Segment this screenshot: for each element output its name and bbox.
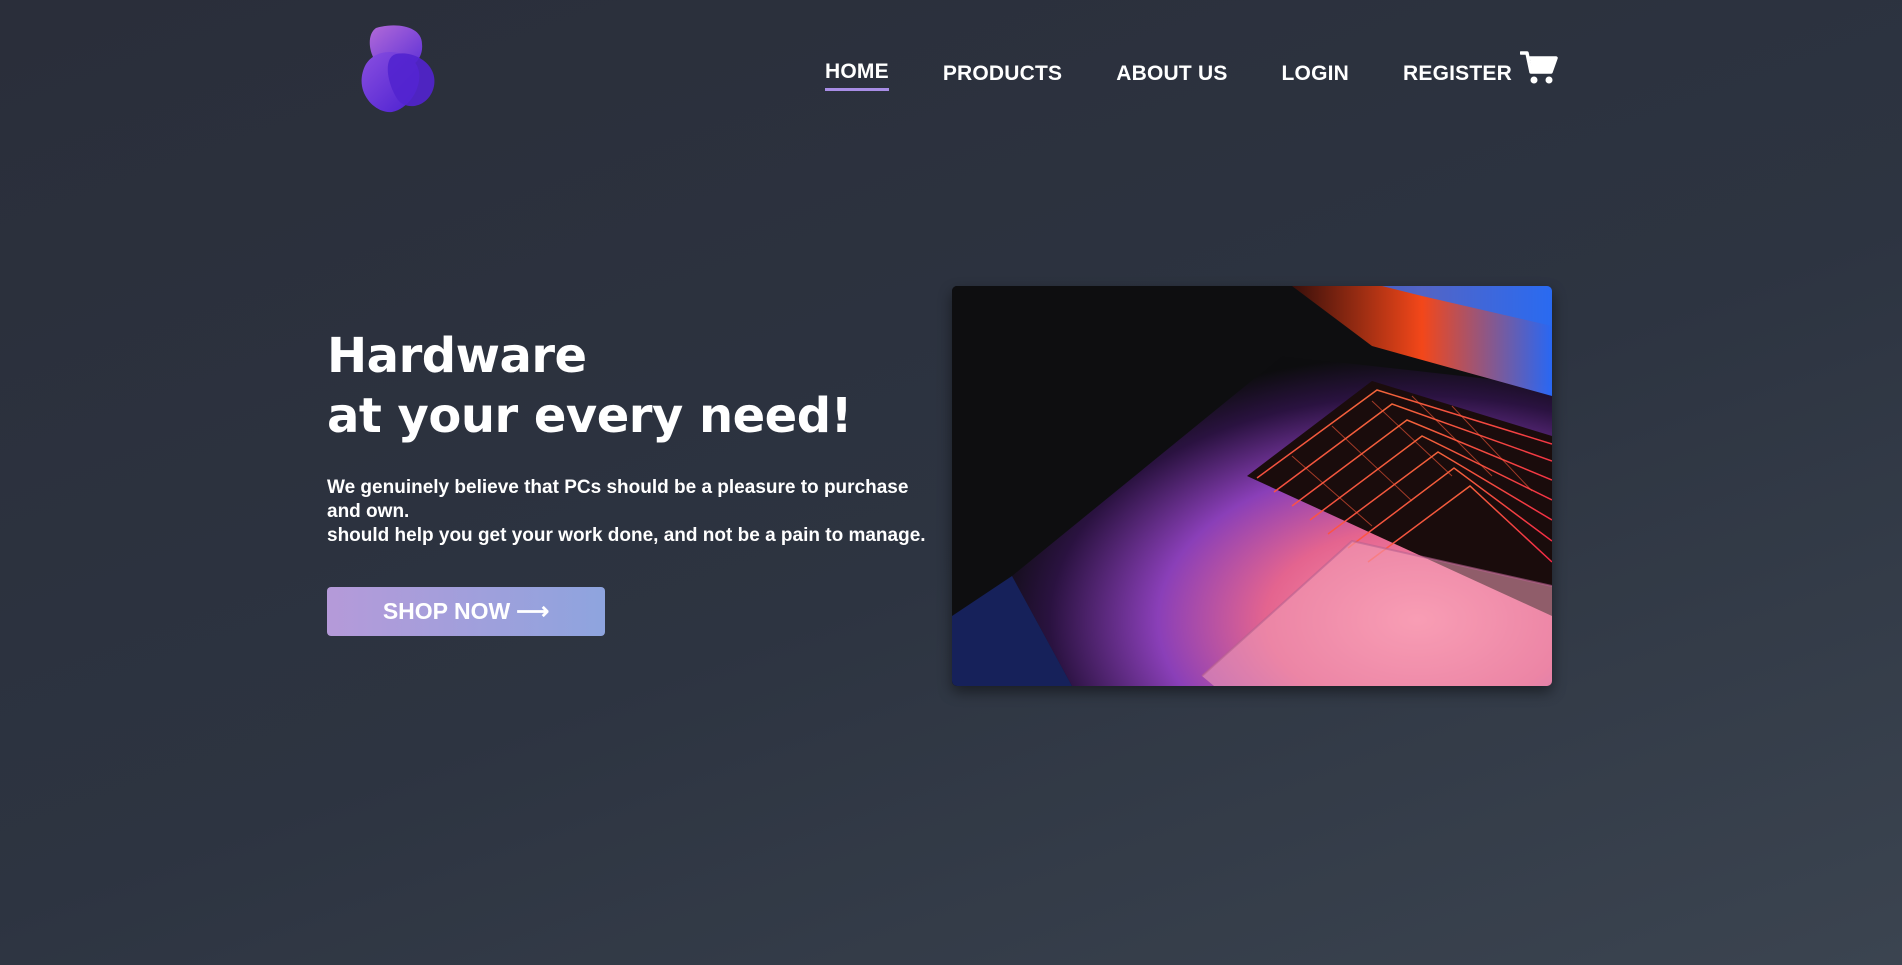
nav-home-link[interactable]: HOME — [825, 60, 889, 91]
hero-description-line1: We genuinely believe that PCs should be … — [327, 477, 909, 522]
brand-logo[interactable] — [346, 24, 446, 116]
cart-button[interactable] — [1519, 50, 1558, 86]
nav-login-link[interactable]: LOGIN — [1282, 62, 1350, 90]
shopping-cart-icon — [1519, 51, 1558, 84]
navbar: HOME PRODUCTS ABOUT US LOGIN REGISTER — [0, 0, 1902, 150]
hero-title: Hardware at your every need! — [327, 326, 947, 446]
hero-text: Hardware at your every need! We genuinel… — [327, 326, 947, 548]
laptop-keyboard-image — [952, 286, 1552, 686]
shop-now-button[interactable]: SHOP NOW ⟶ — [327, 587, 605, 636]
hero-title-line2: at your every need! — [327, 388, 852, 444]
hero-description: We genuinely believe that PCs should be … — [327, 476, 947, 548]
nav-about-us-link[interactable]: ABOUT US — [1116, 62, 1227, 90]
nav-register-link[interactable]: REGISTER — [1403, 62, 1512, 90]
hero-title-line1: Hardware — [327, 328, 587, 384]
nav-products-link[interactable]: PRODUCTS — [943, 62, 1062, 90]
hero-description-line2: should help you get your work done, and … — [327, 525, 926, 546]
blob-logo-icon — [361, 25, 435, 113]
main-nav: HOME PRODUCTS ABOUT US LOGIN REGISTER — [825, 60, 1566, 91]
shop-now-label: SHOP NOW — [382, 598, 511, 624]
hero-image — [952, 286, 1552, 686]
arrow-right-icon: ⟶ — [516, 598, 550, 624]
